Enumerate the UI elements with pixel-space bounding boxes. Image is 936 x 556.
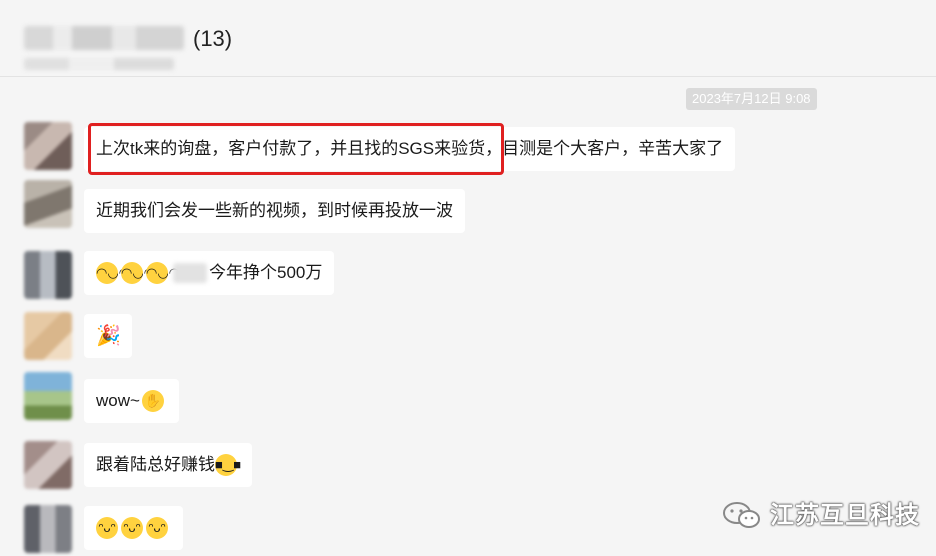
message-bubble[interactable]: wow~ ✋ <box>84 379 179 423</box>
grinning-face-icon: ᵔᴗᵔ <box>146 517 168 539</box>
party-popper-icon: 🎉 <box>96 325 121 347</box>
grinning-face-icon: ᵔᴗᵔ <box>96 517 118 539</box>
sunglasses-face-icon: ■‿■ <box>215 454 241 476</box>
blush-face-icon: ◠◡◠ <box>146 262 180 284</box>
avatar[interactable] <box>24 122 72 170</box>
highlight-box <box>88 123 504 175</box>
message-text: 跟着陆总好赚钱 <box>96 455 215 474</box>
message-bubble[interactable]: ᵔᴗᵔ ᵔᴗᵔ ᵔᴗᵔ <box>84 506 183 550</box>
watermark-text: 江苏互旦科技 <box>770 502 920 529</box>
mention-redacted <box>173 263 207 283</box>
grinning-face-icon: ᵔᴗᵔ <box>121 517 143 539</box>
message-bubble[interactable]: ◠◡◠ ◠◡◠ ◠◡◠ 今年挣个500万 <box>84 251 335 295</box>
wechat-icon <box>723 502 760 528</box>
avatar[interactable] <box>24 312 72 360</box>
avatar[interactable] <box>24 441 72 489</box>
member-count: (13) <box>193 26 233 51</box>
blush-face-icon: ◠◡◠ <box>96 262 130 284</box>
message-text: wow~ <box>96 391 140 410</box>
blush-face-icon: ◠◡◠ <box>121 262 155 284</box>
message-text: 今年挣个500万 <box>209 263 323 282</box>
avatar[interactable] <box>24 505 72 553</box>
group-name-redacted <box>24 26 184 50</box>
avatar[interactable] <box>24 372 72 420</box>
message-text: 近期我们会发一些新的视频，到时候再投放一波 <box>96 201 453 220</box>
chat-header: (13) <box>0 0 936 77</box>
message-timestamp: 2023年7月12日 9:08 <box>686 88 817 110</box>
hand-over-mouth-face-icon: ✋ <box>141 390 164 412</box>
group-subtitle-redacted <box>24 58 174 70</box>
message-bubble[interactable]: 跟着陆总好赚钱 ■‿■ <box>84 443 252 487</box>
avatar[interactable] <box>24 180 72 228</box>
message-bubble[interactable]: 近期我们会发一些新的视频，到时候再投放一波 <box>84 189 465 233</box>
message-bubble[interactable]: 🎉 <box>84 314 132 358</box>
avatar[interactable] <box>24 251 72 299</box>
